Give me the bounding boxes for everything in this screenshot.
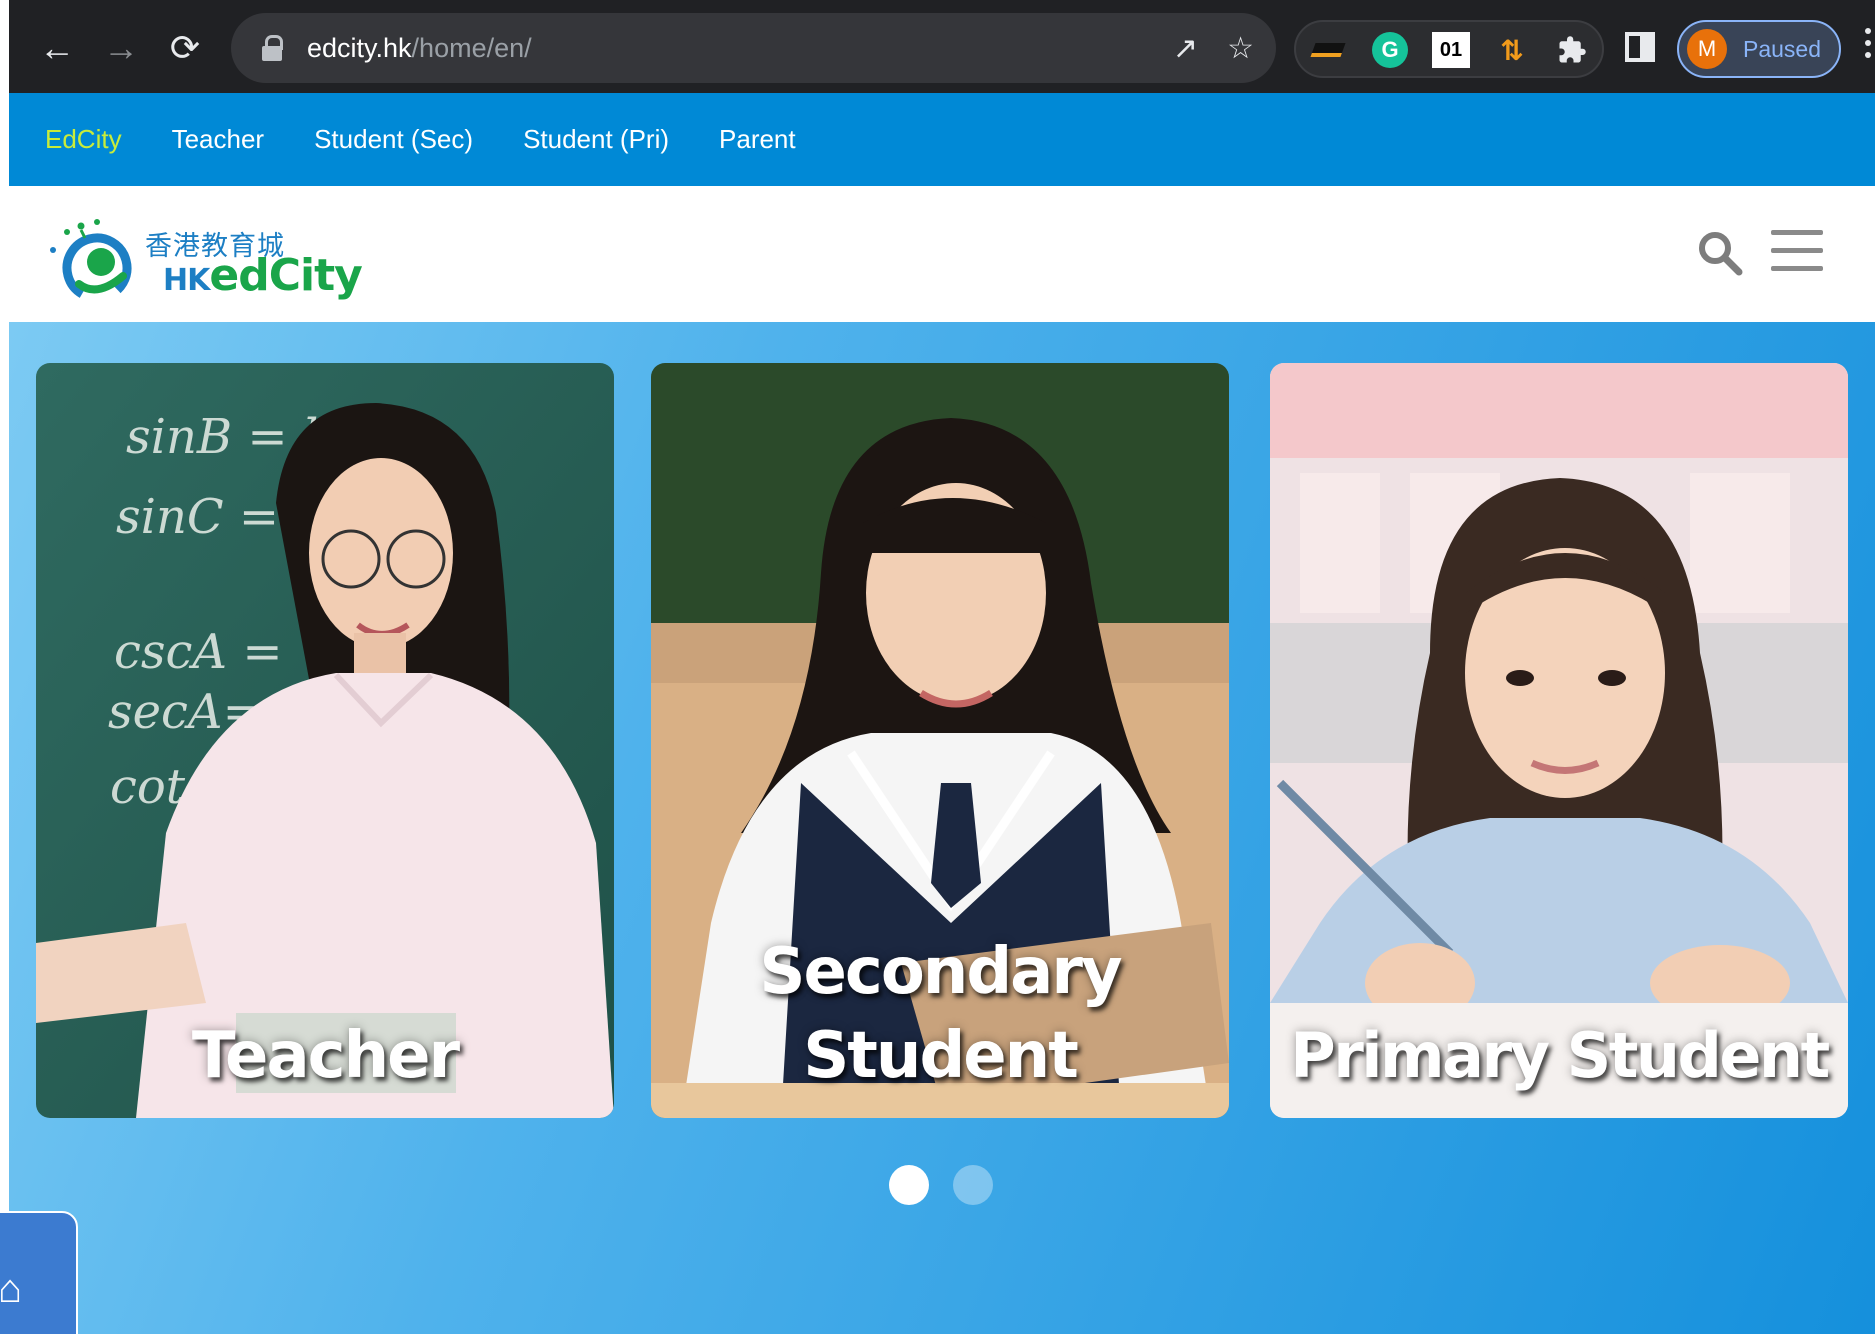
secondary-student-label-line1: Secondary xyxy=(759,935,1122,1009)
avatar: M xyxy=(1687,29,1727,69)
profile-status: Paused xyxy=(1743,35,1822,62)
nav-item-student-sec[interactable]: Student (Sec) xyxy=(314,124,473,155)
browser-toolbar: ← → ⟳ edcity.hk/home/en/ ↗ ☆ G 01 ⇅ M Pa… xyxy=(0,0,1875,93)
nav-item-student-pri[interactable]: Student (Pri) xyxy=(523,124,669,155)
hero-carousel: sinB = b sinC = cscA = secA= cot Teacher xyxy=(9,322,1875,1334)
search-icon[interactable] xyxy=(1695,228,1745,278)
side-panel-icon[interactable] xyxy=(1625,32,1655,62)
extension-transfer-icon[interactable]: ⇅ xyxy=(1494,32,1530,68)
audience-nav: EdCity Teacher Student (Sec) Student (Pr… xyxy=(9,93,1875,186)
back-arrow-icon[interactable]: ← xyxy=(31,22,83,74)
forward-arrow-icon[interactable]: → xyxy=(95,22,147,74)
carousel-dot-2[interactable] xyxy=(953,1165,993,1205)
teacher-card-label: Teacher xyxy=(191,1019,460,1093)
extensions-group: G 01 ⇅ xyxy=(1294,20,1604,78)
extension-01-icon[interactable]: 01 xyxy=(1432,32,1470,68)
primary-student-card-label: Primary Student xyxy=(1290,1019,1830,1092)
svg-text:cot: cot xyxy=(110,759,186,815)
primary-student-card[interactable]: Primary Student xyxy=(1270,363,1848,1118)
carousel-dot-1[interactable] xyxy=(889,1165,929,1205)
logo-edcity-text: edCity xyxy=(209,250,362,301)
kebab-menu-icon[interactable] xyxy=(1865,28,1873,68)
teacher-photo: sinB = b sinC = cscA = secA= cot xyxy=(36,363,614,1118)
carousel-pagination xyxy=(889,1165,993,1205)
secondary-student-card-label: Secondary Student xyxy=(651,930,1229,1098)
secondary-student-label-line2: Student xyxy=(803,1019,1079,1093)
lock-icon[interactable] xyxy=(261,35,283,61)
home-icon: ⌂ xyxy=(0,1267,23,1311)
svg-text:cscA =: cscA = xyxy=(114,624,283,680)
hkedcity-logo[interactable]: 香港教育城 HKedCity xyxy=(45,200,363,310)
hamburger-icon[interactable] xyxy=(1771,230,1825,274)
primary-student-photo xyxy=(1270,363,1848,1118)
reload-icon[interactable]: ⟳ xyxy=(159,22,211,74)
bookmark-star-icon[interactable]: ☆ xyxy=(1227,13,1254,83)
logo-hk-prefix: HK xyxy=(163,263,210,298)
nav-item-edcity[interactable]: EdCity xyxy=(45,124,122,155)
floating-home-button[interactable]: ⌂ xyxy=(0,1211,78,1334)
secondary-student-card[interactable]: Secondary Student xyxy=(651,363,1229,1118)
share-icon[interactable]: ↗ xyxy=(1173,13,1198,83)
extension-shoe-icon[interactable] xyxy=(1310,32,1346,68)
nav-item-parent[interactable]: Parent xyxy=(719,124,796,155)
svg-text:sinC =: sinC = xyxy=(116,489,279,545)
url-host: edcity.hk xyxy=(307,32,412,63)
logo-mark-icon xyxy=(50,219,132,303)
site-header: 香港教育城 HKedCity xyxy=(9,186,1875,322)
logo-english-text: HKedCity xyxy=(163,250,363,301)
profile-button[interactable]: M Paused xyxy=(1677,20,1841,78)
grammarly-extension-icon[interactable]: G xyxy=(1372,32,1408,68)
url-path: /home/en/ xyxy=(411,32,532,63)
teacher-card[interactable]: sinB = b sinC = cscA = secA= cot Teacher xyxy=(36,363,614,1118)
address-bar[interactable]: edcity.hk/home/en/ ↗ ☆ xyxy=(231,13,1276,83)
nav-item-teacher[interactable]: Teacher xyxy=(172,124,265,155)
puzzle-icon[interactable] xyxy=(1554,32,1590,68)
